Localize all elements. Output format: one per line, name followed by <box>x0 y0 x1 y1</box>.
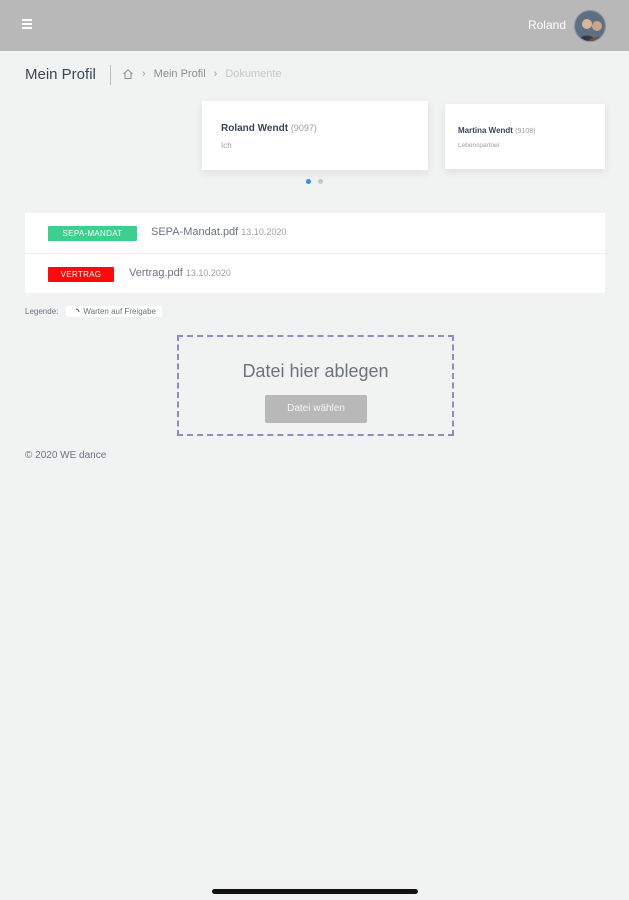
hamburger-icon[interactable] <box>22 18 34 30</box>
member-relation: Ich <box>221 141 232 150</box>
file-dropzone[interactable]: Datei hier ablegen Datei wählen <box>177 335 454 436</box>
breadcrumb-profil[interactable]: Mein Profil <box>154 68 206 80</box>
user-name[interactable]: Roland <box>528 18 566 32</box>
member-card-martina[interactable]: Martina Wendt (9108) Lebenspartner <box>445 104 605 169</box>
choose-file-button[interactable]: Datei wählen <box>265 395 367 423</box>
dropzone-label: Datei hier ablegen <box>242 361 389 381</box>
legend: Legende: Warten auf Freigabe <box>25 306 163 317</box>
home-indicator <box>212 889 418 894</box>
member-card-roland[interactable]: Roland Wendt (9097) Ich <box>202 101 428 170</box>
document-date: 13.10.2020 <box>241 227 287 237</box>
document-row[interactable]: VERTRAG Vertrag.pdf 13.10.2020 <box>25 253 605 293</box>
page-header: Mein Profil › Mein Profil › Dokumente <box>25 62 605 88</box>
carousel-dot-1[interactable] <box>306 179 311 184</box>
document-row[interactable]: SEPA-MANDAT SEPA-Mandat.pdf 13.10.2020 <box>25 213 605 253</box>
member-name: Roland Wendt (9097) <box>221 123 317 134</box>
avatar[interactable] <box>574 10 606 42</box>
carousel-dot-2[interactable] <box>318 179 323 184</box>
member-id: (9108) <box>515 128 536 135</box>
vertrag-badge: VERTRAG <box>48 267 114 282</box>
page-title: Mein Profil <box>25 66 96 83</box>
footer-copyright: © 2020 WE dance <box>25 450 107 461</box>
document-date: 13.10.2020 <box>185 268 231 278</box>
legend-item: Warten auf Freigabe <box>66 306 163 317</box>
title-divider <box>110 65 111 85</box>
spinner-icon <box>76 308 80 312</box>
home-icon[interactable] <box>122 68 134 80</box>
top-bar: Roland <box>0 0 629 51</box>
chevron-right-icon: › <box>213 68 218 80</box>
member-name: Martina Wendt (9108) <box>458 126 536 135</box>
legend-label: Legende: <box>25 307 59 316</box>
document-link[interactable]: SEPA-Mandat.pdf 13.10.2020 <box>151 226 286 238</box>
breadcrumb: › Mein Profil › Dokumente <box>122 68 282 80</box>
chevron-right-icon: › <box>142 68 146 80</box>
member-id: (9097) <box>290 123 317 133</box>
breadcrumb-dokumente: Dokumente <box>225 68 282 80</box>
document-link[interactable]: Vertrag.pdf 13.10.2020 <box>129 267 231 279</box>
document-list: SEPA-MANDAT SEPA-Mandat.pdf 13.10.2020 V… <box>25 213 605 293</box>
member-relation: Lebenspartner <box>458 142 500 149</box>
sepa-mandat-badge: SEPA-MANDAT <box>48 226 137 241</box>
